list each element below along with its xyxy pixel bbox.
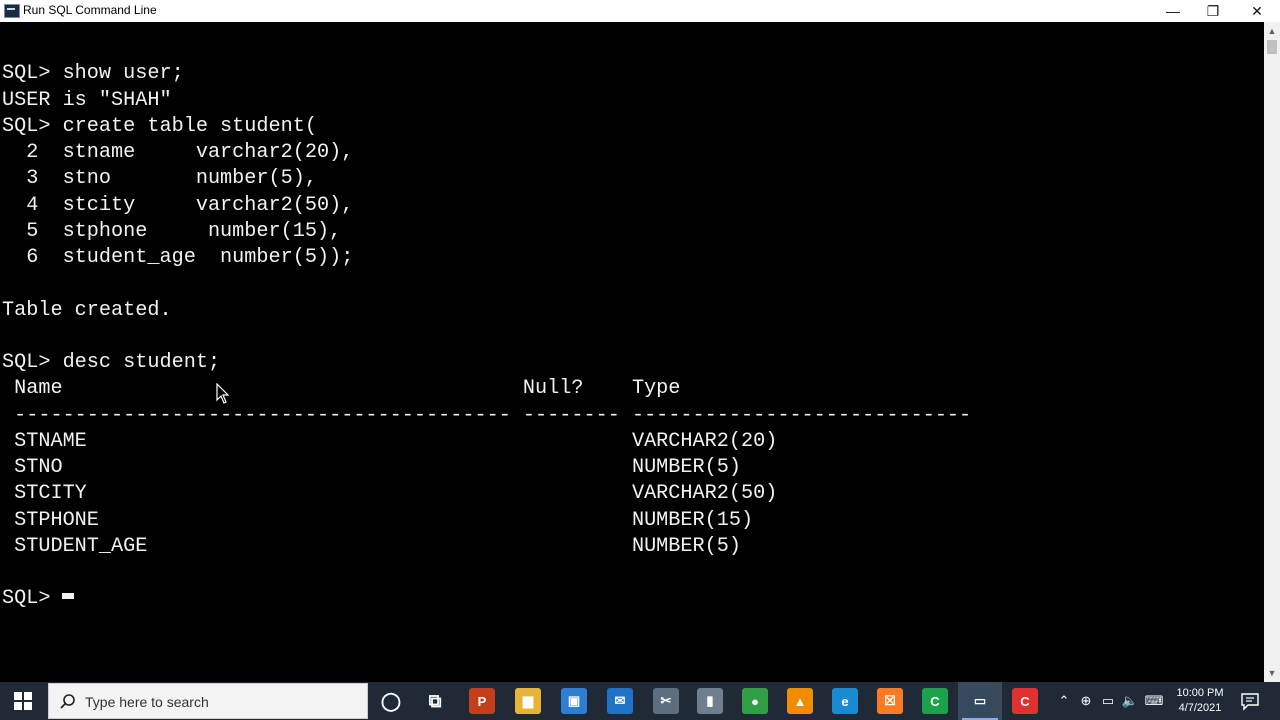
console-line: 2 stname varchar2(20),: [2, 141, 354, 164]
console-output[interactable]: SQL> show user; USER is "SHAH" SQL> create…: [0, 22, 1264, 682]
start-button[interactable]: [0, 682, 46, 720]
taskbar: Type here to search ◯ ⧉ P ▆ ▣ ✉ ✂ ▮ ● ▲ e ☒ C ▭ C ⌃ ⊕ ▭ 🔈…: [0, 682, 1280, 720]
close-button[interactable]: ✕: [1234, 0, 1280, 22]
taskbar-search-box[interactable]: Type here to search: [48, 683, 368, 719]
keyboard-icon[interactable]: ⌨: [1144, 682, 1164, 720]
console-line: ----------------------------------------…: [2, 403, 972, 427]
console-line: USER is "SHAH": [2, 88, 172, 112]
scroll-down-arrow-icon[interactable]: ▼: [1264, 666, 1280, 680]
console-line: SQL> desc student;: [2, 351, 221, 374]
console-line: STNAME VARCHAR2(20): [2, 429, 778, 453]
title-bar: Run SQL Command Line — ❐ ✕: [0, 0, 1280, 23]
search-icon: [60, 694, 75, 709]
sql-command-line-icon[interactable]: ▭: [967, 688, 993, 714]
file-explorer-icon[interactable]: ▆: [515, 688, 541, 714]
mail-icon[interactable]: ✉: [607, 688, 633, 714]
console-line: 5 stphone number(15),: [2, 219, 342, 243]
scroll-up-arrow-icon[interactable]: ▲: [1264, 24, 1280, 38]
text-cursor: [62, 593, 74, 599]
console-line: STUDENT_AGE NUMBER(5): [2, 534, 741, 558]
powerpoint-icon[interactable]: P: [469, 688, 495, 714]
snipping-tool-icon[interactable]: ✂: [653, 688, 679, 714]
camtasia-icon[interactable]: C: [922, 688, 948, 714]
windows-logo-icon: [14, 692, 32, 710]
window-title: Run SQL Command Line: [23, 3, 157, 17]
console-line: SQL>: [2, 587, 63, 611]
action-center-icon[interactable]: [1240, 691, 1260, 711]
device-icon[interactable]: ▮: [697, 688, 723, 714]
recorder-icon[interactable]: C: [1012, 688, 1038, 714]
console-line: SQL> show user;: [2, 62, 184, 86]
console-line: Name Null? Type: [2, 377, 681, 401]
taskbar-clock[interactable]: 10:00 PM 4/7/2021: [1170, 686, 1230, 716]
vlc-icon[interactable]: ▲: [787, 688, 813, 714]
volume-icon[interactable]: 🔈: [1120, 682, 1140, 720]
cortana-icon[interactable]: ◯: [378, 688, 404, 714]
console-line: 4 stcity varchar2(50),: [2, 193, 354, 217]
console-line: Table created.: [2, 298, 172, 322]
network-globe-icon[interactable]: ⊕: [1076, 682, 1096, 720]
scroll-thumb[interactable]: [1267, 40, 1277, 54]
restore-button[interactable]: ❐: [1190, 0, 1236, 22]
console-line: STPHONE NUMBER(15): [2, 508, 754, 532]
chrome-icon[interactable]: ●: [742, 688, 768, 714]
search-placeholder: Type here to search: [85, 694, 209, 710]
task-view-icon[interactable]: ⧉: [422, 688, 448, 714]
console-line: STCITY VARCHAR2(50): [2, 482, 778, 506]
vertical-scrollbar[interactable]: ▲ ▼: [1264, 22, 1280, 682]
console-line: STNO NUMBER(5): [2, 456, 741, 479]
show-hidden-icons-icon[interactable]: ⌃: [1054, 682, 1074, 720]
console-line: SQL> create table student(: [2, 114, 317, 138]
clock-date: 4/7/2021: [1178, 702, 1222, 714]
console-line: 6 student_age number(5));: [2, 246, 354, 269]
console-line: 3 stno number(5),: [2, 167, 317, 191]
store-icon[interactable]: ▣: [561, 688, 587, 714]
mouse-pointer-icon: [216, 383, 230, 404]
xampp-icon[interactable]: ☒: [877, 688, 903, 714]
clock-time: 10:00 PM: [1176, 687, 1224, 699]
battery-icon[interactable]: ▭: [1098, 682, 1118, 720]
sql-console-icon: [4, 4, 20, 18]
edge-icon[interactable]: e: [832, 688, 858, 714]
